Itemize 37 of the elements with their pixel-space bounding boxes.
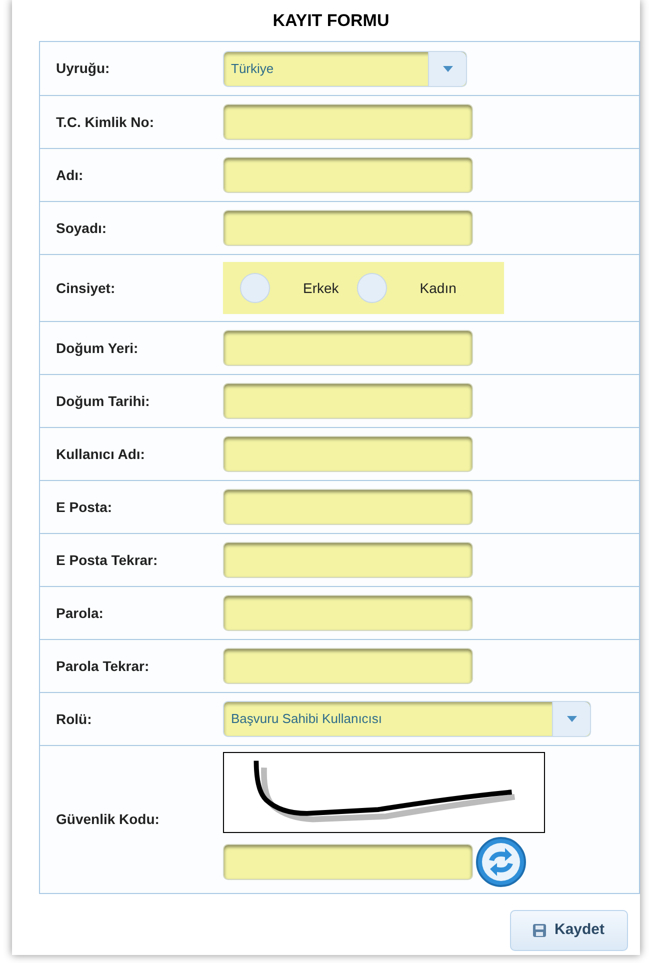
input-field[interactable] [223,542,473,578]
input-field[interactable] [223,383,473,419]
input-field[interactable] [223,157,473,193]
input-field[interactable] [223,489,473,525]
input-field[interactable] [223,436,473,472]
field-label: E Posta Tekrar: [55,550,159,570]
captcha-input-field[interactable] [223,844,473,880]
caret-icon [566,716,576,722]
form-title: KAYIT FORMU [272,10,390,32]
field-label: Parola: [55,604,104,622]
field-label: Adı: [55,166,84,184]
radio-option[interactable]: Erkek [240,273,339,303]
input-field[interactable] [223,648,473,684]
field-label: Rolü: [55,710,93,728]
field-label: Uyruğu: [55,59,111,78]
field-label: Kullanıcı Adı: [55,444,146,464]
save-button[interactable]: Kaydet [510,910,628,951]
field-label: E Posta: [55,498,114,516]
input-field[interactable] [223,210,473,246]
radio-button[interactable] [240,273,270,303]
input-field[interactable] [223,104,473,140]
select-field[interactable]: Türkiye [223,50,467,86]
select-field[interactable]: Başvuru Sahibi Kullanıcısı [223,701,591,737]
caret-icon [442,66,452,72]
input-field[interactable] [223,330,473,366]
input-field[interactable] [223,595,473,631]
field-label: Doğum Tarihi: [55,392,151,411]
field-label: Doğum Yeri: [55,338,140,358]
field-label: Güvenlik Kodu: [55,810,160,829]
field-label: Soyadı: [55,218,108,238]
refresh-icon[interactable] [475,836,527,888]
radio-button[interactable] [356,273,387,303]
radio-option[interactable]: Kadın [356,273,456,303]
field-label: T.C. Kimlik No: [55,112,156,132]
field-label: Cinsiyet: [55,278,116,298]
floppy-icon [533,924,546,937]
field-label: Parola Tekrar: [55,656,150,676]
